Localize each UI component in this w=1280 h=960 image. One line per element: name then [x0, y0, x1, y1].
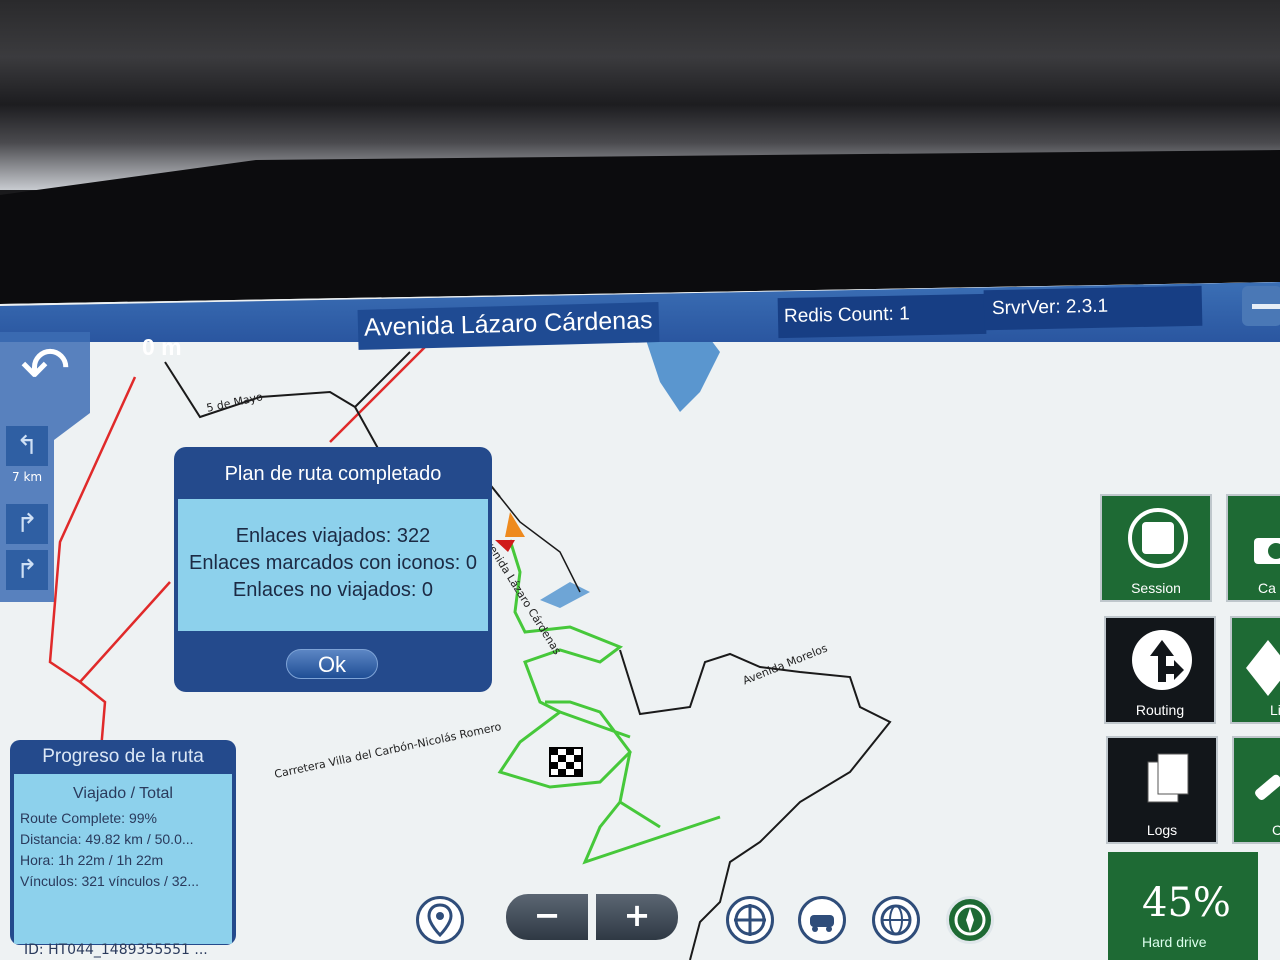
navigation-screen: 5 de Mayo Avenida Lázaro Cárdenas Avenid… — [0, 282, 1280, 960]
tool-icon — [1255, 774, 1280, 800]
lane-arrow-2-icon: ↱ — [6, 550, 48, 590]
diamond-icon — [1246, 640, 1280, 696]
progress-header: Viajado / Total — [73, 785, 173, 802]
links-not-travelled: Enlaces no viajados: 0 — [232, 579, 434, 601]
links-marked: Enlaces marcados con iconos: 0 — [189, 552, 477, 574]
compass-icon — [954, 904, 986, 936]
routing-icon — [1132, 630, 1192, 690]
session-tile[interactable]: Session — [1100, 494, 1212, 602]
c-label: C — [1272, 822, 1280, 838]
turn-left-icon: ↰ — [6, 426, 48, 466]
session-label: Session — [1131, 580, 1181, 596]
route-progress-panel: Progreso de la ruta Viajado / Total Rout… — [10, 740, 236, 945]
progress-body: Viajado / Total Route Complete: 99% Dist… — [14, 774, 232, 944]
redis-count: Redis Count: 1 — [777, 293, 987, 339]
maneuver-distance: 0 m — [142, 334, 182, 360]
dialog-body: Enlaces viajados: 322 Enlaces marcados c… — [178, 499, 488, 631]
camera-icon — [1254, 538, 1280, 564]
location-pin-button[interactable] — [416, 896, 464, 944]
session-icon — [1128, 508, 1188, 568]
globe-button[interactable] — [872, 896, 920, 944]
progress-title: Progreso de la ruta — [42, 746, 204, 767]
route-complete-text: Route Complete: 99% — [20, 810, 157, 826]
finish-flag-icon — [549, 747, 583, 777]
logs-tile[interactable]: Logs — [1106, 736, 1218, 844]
routing-label: Routing — [1135, 702, 1185, 718]
time-text: Hora: 1h 22m / 1h 22m — [20, 852, 164, 868]
ok-button[interactable]: Ok — [286, 649, 378, 679]
camera-label: Ca — [1258, 580, 1276, 596]
car-view-button[interactable] — [798, 896, 846, 944]
links-travelled: Enlaces viajados: 322 — [235, 525, 431, 547]
hard-drive-tile: 45% Hard drive — [1108, 852, 1258, 960]
current-street: Avenida Lázaro Cárdenas — [357, 302, 660, 350]
hard-drive-percent: 45% — [1142, 880, 1231, 926]
route-complete-dialog: Plan de ruta completado Enlaces viajados… — [174, 447, 492, 692]
session-id: ID: HT044_1489355551 ... — [24, 942, 208, 958]
routing-tile[interactable]: Routing — [1104, 616, 1216, 724]
li-tile[interactable]: Li — [1230, 616, 1280, 724]
dialog-title: Plan de ruta completado — [224, 463, 442, 485]
distance-text: Distancia: 49.82 km / 50.0... — [20, 831, 194, 847]
next-maneuver-distance: 7 km — [12, 470, 43, 484]
globe-icon — [880, 904, 912, 936]
server-version: SrvrVer: 2.3.1 — [983, 285, 1203, 331]
crosshair-button[interactable] — [726, 896, 774, 944]
logs-icon — [1147, 753, 1189, 803]
location-pin-icon — [427, 903, 453, 938]
c-tile[interactable]: C — [1232, 736, 1280, 844]
photo-background: 5 de Mayo Avenida Lázaro Cárdenas Avenid… — [0, 0, 1280, 960]
hard-drive-label: Hard drive — [1142, 934, 1207, 950]
crosshair-icon — [734, 904, 766, 936]
zoom-in-button[interactable]: + — [596, 894, 678, 940]
camera-tile[interactable]: Ca — [1226, 494, 1280, 602]
car-icon — [810, 915, 834, 932]
minimize-button[interactable] — [1242, 286, 1280, 326]
u-turn-icon: ↶ — [20, 334, 71, 404]
zoom-out-button[interactable]: − — [506, 894, 588, 940]
li-label: Li — [1270, 702, 1280, 718]
logs-label: Logs — [1146, 822, 1178, 838]
compass-button[interactable] — [946, 896, 994, 944]
links-text: Vínculos: 321 vínculos / 32... — [20, 873, 199, 889]
lane-arrow-icon: ↱ — [6, 504, 48, 544]
